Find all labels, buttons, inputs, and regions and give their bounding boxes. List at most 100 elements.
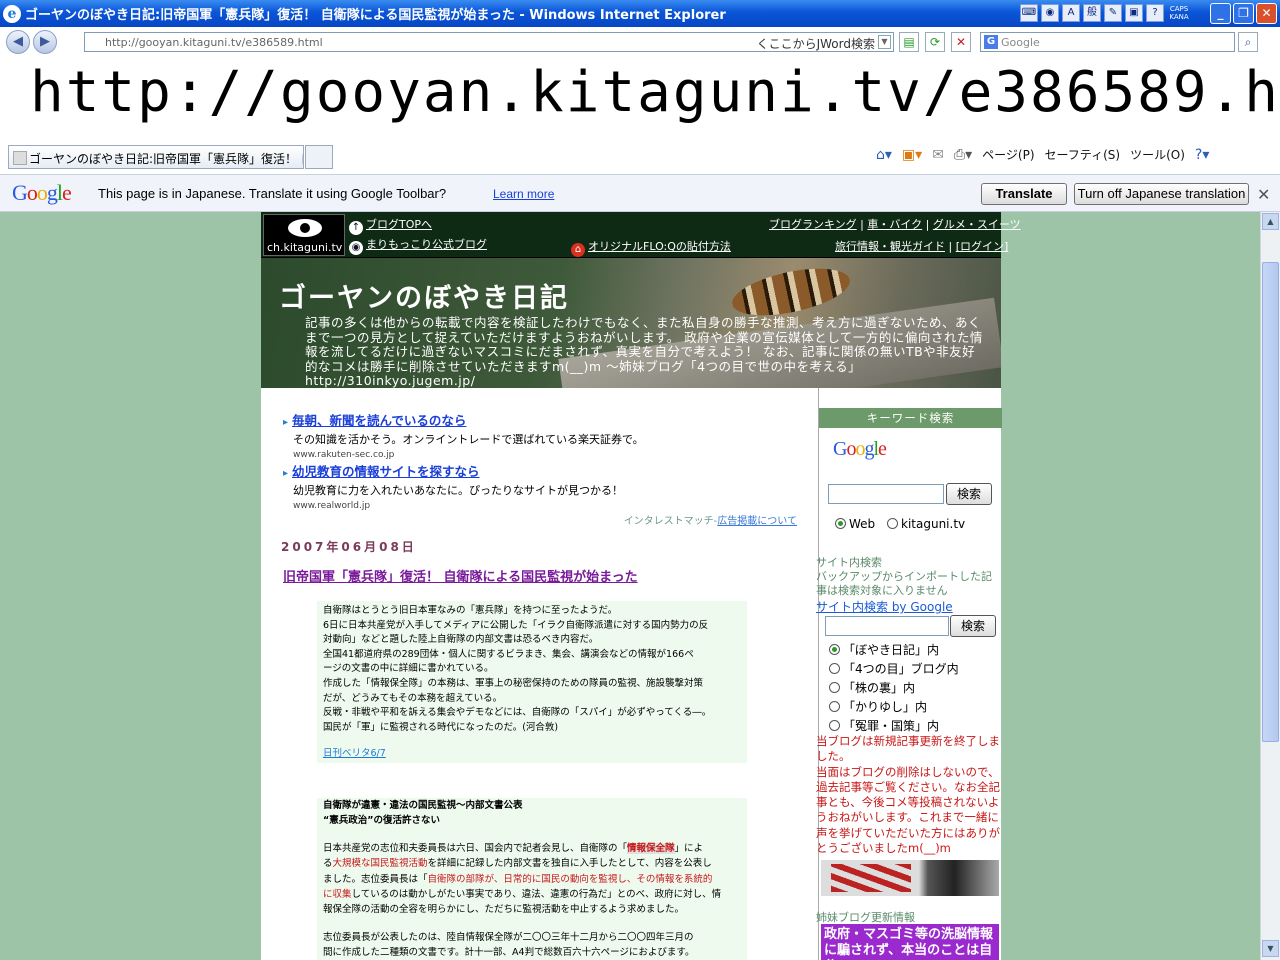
close-translate-bar-icon[interactable]: ✕	[1257, 185, 1270, 204]
ad-link[interactable]: 毎朝、新聞を読んでいるのなら	[292, 413, 466, 428]
quote-box: 自衛隊はとうとう旧日本軍なみの「憲兵隊」を持つに至ったようだ。 6日に日本共産党…	[317, 601, 747, 763]
radio-kabu[interactable]: 「株の裏」内	[829, 679, 915, 696]
kitaguni-logo[interactable]: ch.kitaguni.tv	[263, 214, 345, 256]
language-bar[interactable]: ⌨ ◉ A 般 ✎ ▣ ? CAPS KANA	[1020, 4, 1191, 22]
radio-yottsunome[interactable]: 「4つの目」ブログ内	[829, 660, 959, 677]
scrollbar-thumb[interactable]	[1262, 262, 1279, 742]
site-search-button[interactable]: 検索	[950, 615, 996, 637]
site-search-input[interactable]	[825, 616, 949, 636]
back-button[interactable]: ◀	[6, 30, 30, 54]
ime-pad-icon[interactable]: ▣	[1125, 4, 1143, 22]
blog-container: ch.kitaguni.tv ↑ ブログTOPへ ◉ まりもっこり公式ブログ ⌂ オリ…	[261, 212, 1021, 960]
radio-web[interactable]: Web	[835, 517, 875, 531]
scroll-down-icon[interactable]: ▼	[1262, 940, 1279, 957]
ie-logo-icon: e	[3, 4, 21, 23]
ime-mode-icon[interactable]: A	[1062, 4, 1080, 22]
refresh-icon[interactable]: ⟳	[925, 32, 945, 52]
window-title-bar[interactable]: e ゴーヤンのぼやき日記:旧帝国軍「憲兵隊」復活！ 自衛隊による国民監視が始まっ…	[0, 0, 1280, 27]
ranking-link[interactable]: ブログランキング	[769, 218, 857, 231]
gourmet-link[interactable]: グルメ・スイーツ	[933, 218, 1021, 231]
radio-boyaki[interactable]: 「ぼやき日記」内	[829, 641, 939, 658]
radio-enzai[interactable]: 「冤罪・国策」内	[829, 717, 939, 734]
google-logo: Google	[12, 180, 72, 205]
home-red-icon: ⌂	[571, 243, 585, 257]
flo-link[interactable]: ⌂ オリジナルFLO:Qの貼付方法	[571, 238, 731, 257]
translate-button[interactable]: Translate	[981, 183, 1067, 205]
jword-label: くここからJWord検索	[756, 37, 875, 51]
translate-bar: Google This page is in Japanese. Transla…	[0, 174, 1280, 212]
arrow-up-icon: ↑	[349, 221, 363, 235]
ad-arrow-icon: ▸	[283, 417, 289, 428]
main-column: ▸ 毎朝、新聞を読んでいるのなら その知識を活かそう。オンライントレードで選ばれて…	[261, 388, 819, 960]
search-go-icon[interactable]: ⌕	[1238, 32, 1258, 52]
google-search-input[interactable]	[828, 484, 944, 504]
header-nav-bottom: 旅行情報・観光ガイド | [ログイン]	[835, 240, 1009, 253]
close-window-button[interactable]: ✕	[1256, 3, 1277, 24]
tab-bar: ゴーヤンのぼやき日記:旧帝国軍「憲兵隊」復活！ 自衛... ⌂▾ ▣▾ ✉ ⎙▾…	[0, 140, 1280, 174]
globe-icon: ◉	[349, 241, 363, 255]
page-menu[interactable]: ページ(P)	[982, 146, 1034, 163]
ad-link[interactable]: 幼児教育の情報サイトを探すなら	[292, 464, 480, 479]
marimokkori-link[interactable]: ◉ まりもっこり公式ブログ	[349, 236, 487, 255]
ime-globe-icon[interactable]: ◉	[1041, 4, 1059, 22]
blog-title[interactable]: ゴーヤンのぼやき日記	[279, 276, 569, 315]
mail-icon[interactable]: ✉	[932, 147, 944, 163]
learn-more-link[interactable]: Learn more	[493, 187, 554, 201]
car-link[interactable]: 車・バイク	[867, 218, 922, 231]
translate-message: This page is in Japanese. Translate it u…	[98, 186, 447, 201]
minimize-button[interactable]: _	[1210, 3, 1231, 24]
maximize-button[interactable]: ❐	[1233, 3, 1254, 24]
site-search-google-link[interactable]: サイト内検索 by Google	[816, 598, 953, 615]
large-url-display: http://gooyan.kitaguni.tv/e386589.html	[0, 58, 1280, 140]
news-photo-image[interactable]	[821, 860, 999, 896]
blog-top-link[interactable]: ↑ ブログTOPへ	[349, 216, 432, 235]
site-search-note: サイト内検索 バックアップからインポートした記事は検索対象に入りません	[816, 556, 992, 597]
tab-current[interactable]: ゴーヤンのぼやき日記:旧帝国軍「憲兵隊」復活！ 自衛...	[8, 145, 304, 169]
google-search-icon: G	[984, 35, 998, 49]
google-search-button[interactable]: 検索	[946, 483, 992, 505]
page-viewport: ch.kitaguni.tv ↑ ブログTOPへ ◉ まりもっこり公式ブログ ⌂ オリ…	[0, 212, 1260, 960]
ad-arrow-icon: ▸	[283, 468, 289, 479]
site-header: ch.kitaguni.tv ↑ ブログTOPへ ◉ まりもっこり公式ブログ ⌂ オリ…	[261, 212, 1021, 258]
tools-menu[interactable]: ツール(O)	[1130, 146, 1185, 163]
radio-kitaguni[interactable]: kitaguni.tv	[887, 517, 965, 531]
search-input[interactable]: G Google	[980, 32, 1235, 52]
article-box: 自衛隊が違憲・違法の国民監視〜内部文書公表 “憲兵政治”の復活許さない 日本共産…	[317, 798, 747, 960]
safety-menu[interactable]: セーフティ(S)	[1045, 146, 1121, 163]
sidebar: キーワード検索 Google 検索 Web kitaguni.tv サイト内検索…	[816, 388, 1002, 960]
keyword-search-heading: キーワード検索	[819, 408, 1002, 428]
url-dropdown-icon[interactable]: ▼	[878, 35, 891, 49]
stop-icon[interactable]: ✕	[951, 32, 971, 52]
new-tab-button[interactable]	[305, 145, 333, 169]
sister-blog-banner[interactable]: 政府・マスゴミ等の洗脳情報に騙されず、本当のことは自分で	[821, 924, 999, 960]
url-input[interactable]: http://gooyan.kitaguni.tv/e386589.html く…	[84, 32, 894, 52]
print-icon[interactable]: ⎙▾	[954, 147, 972, 163]
login-link[interactable]: [ログイン]	[956, 240, 1009, 253]
blog-end-notice: 当ブログは新規記事更新を終了しました。 当面はブログの削除はしないので、過去記事…	[816, 734, 1000, 856]
window-title: ゴーヤンのぼやき日記:旧帝国軍「憲兵隊」復活！ 自衛隊による国民監視が始まった …	[25, 8, 726, 23]
help-icon[interactable]: ?	[1146, 4, 1164, 22]
compat-view-icon[interactable]: ▤	[899, 32, 919, 52]
source-link[interactable]: 日刊ベリタ6/7	[323, 747, 747, 762]
entry-date: 2007年06月08日	[281, 540, 417, 554]
scroll-up-icon[interactable]: ▲	[1262, 213, 1279, 230]
help-menu-icon[interactable]: ?▾	[1195, 147, 1209, 163]
radio-kariyushi[interactable]: 「かりゆし」内	[829, 698, 927, 715]
turn-off-translation-button[interactable]: Turn off Japanese translation	[1074, 183, 1249, 205]
ime-kanji-icon[interactable]: 般	[1083, 4, 1101, 22]
logo-eye-icon	[288, 219, 322, 237]
feeds-icon[interactable]: ▣▾	[902, 147, 922, 163]
keyboard-icon[interactable]: ⌨	[1020, 4, 1038, 22]
home-icon[interactable]: ⌂▾	[876, 147, 892, 163]
travel-link[interactable]: 旅行情報・観光ガイド	[835, 240, 945, 253]
header-nav-top: ブログランキング | 車・バイク | グルメ・スイーツ	[769, 218, 1021, 231]
entry-title-link[interactable]: 旧帝国軍「憲兵隊」復活！ 自衛隊による国民監視が始まった	[283, 566, 638, 585]
command-bar: ⌂▾ ▣▾ ✉ ⎙▾ ページ(P) セーフティ(S) ツール(O) ?▾	[876, 146, 1209, 163]
blog-banner: ゴーヤンのぼやき日記 記事の多くは他からの転載で内容を検証したわけでもなく、また…	[261, 258, 1001, 388]
vertical-scrollbar[interactable]: ▲ ▼	[1260, 212, 1280, 960]
ad-info-link[interactable]: 広告掲載について	[717, 516, 797, 527]
forward-button[interactable]: ▶	[33, 30, 57, 54]
ad-note: インタレストマッチ-広告掲載について	[623, 516, 797, 527]
ime-tools-icon[interactable]: ✎	[1104, 4, 1122, 22]
ad-item: ▸ 毎朝、新聞を読んでいるのなら その知識を活かそう。オンライントレードで選ばれて…	[283, 413, 644, 460]
